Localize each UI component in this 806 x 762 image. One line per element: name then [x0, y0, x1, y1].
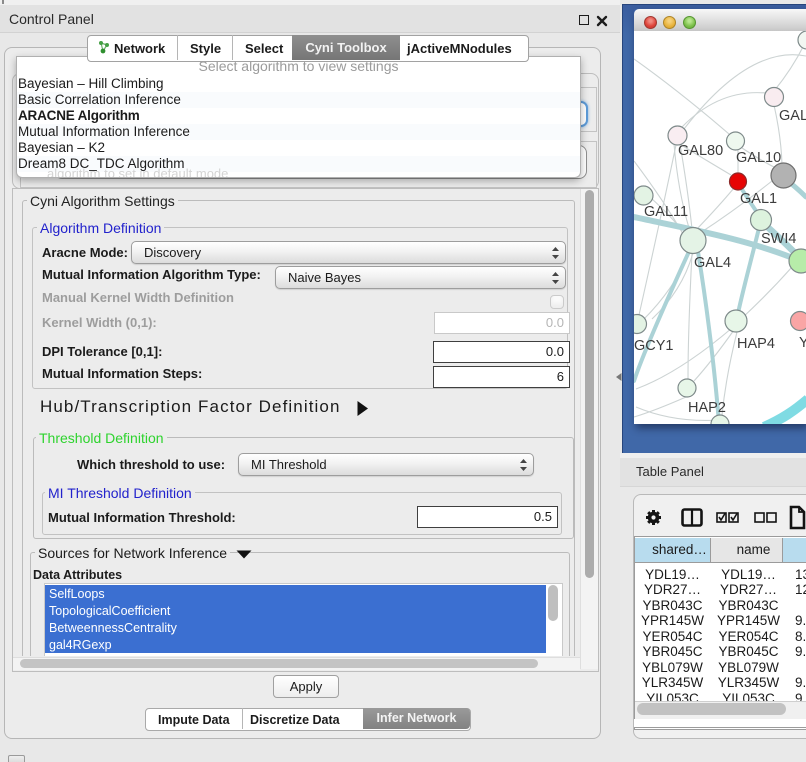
svg-text:GAL11: GAL11 [644, 204, 688, 220]
svg-text:Y: Y [799, 335, 806, 351]
svg-text:HAP2: HAP2 [688, 400, 726, 416]
svg-text:GAL2: GAL2 [779, 108, 806, 124]
svg-text:GAL10: GAL10 [736, 150, 781, 166]
svg-text:GAL1: GAL1 [740, 191, 777, 207]
svg-text:GAL4: GAL4 [694, 255, 731, 271]
svg-text:HAP4: HAP4 [737, 336, 775, 352]
svg-text:GCY1: GCY1 [634, 338, 674, 354]
svg-text:SWI4: SWI4 [761, 231, 796, 247]
svg-text:GAL80: GAL80 [678, 143, 723, 159]
